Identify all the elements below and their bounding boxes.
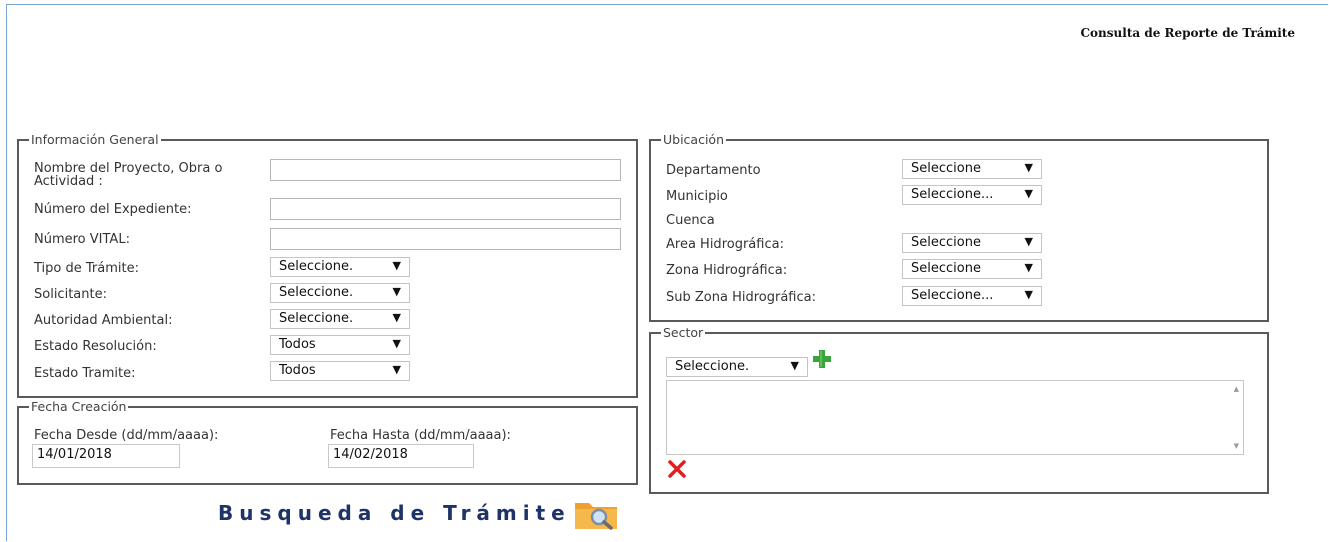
area-hidrografica-select[interactable]: Seleccione ▼ [902,233,1042,253]
sector-select[interactable]: Seleccione. ▼ [666,357,808,377]
fecha-hasta-input[interactable]: 14/02/2018 [328,444,474,468]
solicitante-select[interactable]: Seleccione. ▼ [270,283,410,303]
add-icon[interactable] [812,349,832,369]
chevron-down-icon: ▼ [1024,288,1033,301]
cuenca-label: Cuenca [666,213,715,228]
nombre-proyecto-label: Nombre del Proyecto, Obra o Actividad : [34,161,223,189]
folder-search-icon [573,495,621,531]
vital-label: Número VITAL: [34,232,130,247]
subzona-hidrografica-label: Sub Zona Hidrográfica: [666,290,816,305]
chevron-down-icon: ▼ [392,337,401,350]
chevron-down-icon: ▼ [392,285,401,298]
estado-resolucion-label: Estado Resolución: [34,339,157,354]
solicitante-label: Solicitante: [34,287,107,302]
area-hidrografica-value: Seleccione [911,235,981,250]
chevron-down-icon: ▼ [392,363,401,376]
estado-tramite-value: Todos [279,363,316,378]
expediente-input[interactable] [270,198,621,220]
expediente-label: Número del Expediente: [34,202,192,217]
chevron-down-icon: ▼ [392,311,401,324]
fecha-desde-input[interactable]: 14/01/2018 [32,444,180,468]
fecha-hasta-label: Fecha Hasta (dd/mm/aaaa): [330,428,511,443]
estado-tramite-select[interactable]: Todos ▼ [270,361,410,381]
nombre-proyecto-input[interactable] [270,159,621,181]
municipio-value: Seleccione... [911,187,994,202]
sector-legend: Sector [663,325,704,340]
zona-hidrografica-select[interactable]: Seleccione ▼ [902,259,1042,279]
tipo-tramite-select[interactable]: Seleccione. ▼ [270,257,410,277]
estado-resolucion-select[interactable]: Todos ▼ [270,335,410,355]
scroll-up-icon[interactable]: ▲ [1234,385,1239,393]
autoridad-value: Seleccione. [279,311,354,326]
scroll-down-icon[interactable]: ▼ [1234,442,1239,450]
estado-tramite-label: Estado Tramite: [34,366,136,381]
autoridad-select[interactable]: Seleccione. ▼ [270,309,410,329]
chevron-down-icon: ▼ [1024,261,1033,274]
zona-hidrografica-value: Seleccione [911,261,981,276]
subzona-hidrografica-select[interactable]: Seleccione... ▼ [902,286,1042,306]
page-title: Consulta de Reporte de Trámite [1080,26,1296,40]
chevron-down-icon: ▼ [1024,187,1033,200]
chevron-down-icon: ▼ [790,359,799,372]
fecha-creacion-legend: Fecha Creación [31,399,127,414]
sector-value: Seleccione. [675,359,750,374]
chevron-down-icon: ▼ [1024,235,1033,248]
municipio-select[interactable]: Seleccione... ▼ [902,185,1042,205]
chevron-down-icon: ▼ [392,259,401,272]
ubicacion-legend: Ubicación [663,132,725,147]
tipo-tramite-label: Tipo de Trámite: [34,261,139,276]
departamento-select[interactable]: Seleccione ▼ [902,159,1042,179]
autoridad-label: Autoridad Ambiental: [34,313,173,328]
municipio-label: Municipio [666,189,728,204]
departamento-value: Seleccione [911,161,981,176]
fecha-desde-label: Fecha Desde (dd/mm/aaaa): [34,428,219,443]
solicitante-value: Seleccione. [279,285,354,300]
zona-hidrografica-label: Zona Hidrográfica: [666,263,788,278]
search-button-label: Busqueda de Trámite [218,501,571,525]
remove-icon[interactable] [667,459,687,479]
search-button[interactable]: Busqueda de Trámite [218,493,621,533]
tipo-tramite-value: Seleccione. [279,259,354,274]
vital-input[interactable] [270,228,621,250]
sector-listbox[interactable]: ▲ ▼ [666,380,1244,455]
info-general-legend: Información General [31,132,159,147]
departamento-label: Departamento [666,163,761,178]
area-hidrografica-label: Area Hidrográfica: [666,237,784,252]
chevron-down-icon: ▼ [1024,161,1033,174]
subzona-hidrografica-value: Seleccione... [911,288,994,303]
estado-resolucion-value: Todos [279,337,316,352]
